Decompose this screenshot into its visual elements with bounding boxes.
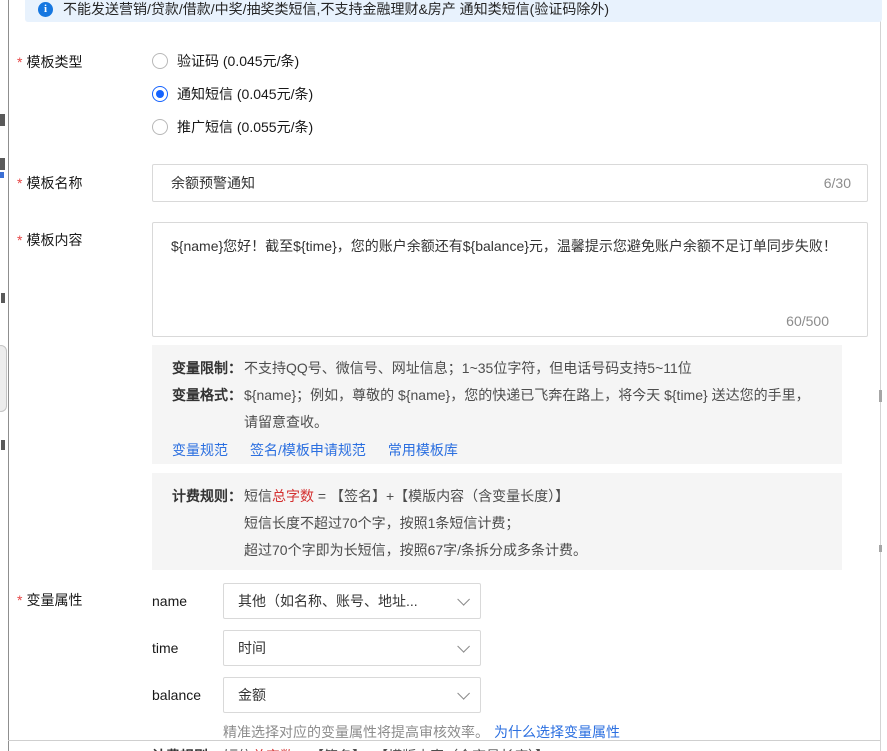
- radio-option-notification-sms[interactable]: 通知短信 (0.045元/条): [152, 83, 313, 105]
- radio-option-label: 验证码 (0.045元/条): [177, 51, 299, 71]
- field-label-text: 变量属性: [26, 592, 82, 608]
- tip-label-billing-rules: 计费规则：: [172, 483, 244, 510]
- chevron-down-icon: [457, 687, 470, 700]
- tip-text-variable-limit: 不支持QQ号、微信号、网址信息；1~35位字符，但电话号码支持5~11位: [244, 355, 822, 382]
- billing-rules-box: 计费规则： 短信总字数 = 【签名】+【模版内容（含变量长度）】 短信长度不超过…: [152, 473, 842, 570]
- chevron-down-icon: [457, 593, 470, 606]
- select-balance-attribute[interactable]: 金额: [223, 677, 481, 713]
- field-label-text: 模板类型: [26, 54, 82, 70]
- scrollbar-mark: [879, 545, 882, 552]
- variable-name-balance: balance: [152, 685, 201, 705]
- required-asterisk: *: [17, 175, 22, 191]
- field-label-variable-attrs: *变量属性: [17, 590, 82, 610]
- billing-text: = 【签名】+【模版内容（含变量长度）】: [314, 488, 569, 504]
- clipped-text-fragment: [0, 172, 4, 178]
- clipped-billing-rules-line: 计费规则： 短信总字数 = 【签名】+【模版内容（含变量长度）】: [152, 743, 549, 751]
- panel-left-border: [8, 0, 9, 751]
- link-why-variable-attrs[interactable]: 为什么选择变量属性: [494, 724, 620, 740]
- radio-icon[interactable]: [152, 119, 168, 135]
- radio-option-label: 通知短信 (0.045元/条): [177, 84, 313, 104]
- select-value: 金额: [238, 685, 266, 705]
- template-name-value: 余额预警通知: [171, 173, 255, 193]
- variable-name-name: name: [152, 591, 187, 611]
- chevron-down-icon: [457, 640, 470, 653]
- sms-template-form-page: i 不能发送营销/贷款/借款/中奖/抽奖类短信,不支持金融理财&房产 通知类短信…: [0, 0, 887, 751]
- billing-total-chars-highlight: 总字数: [272, 488, 314, 504]
- select-name-attribute[interactable]: 其他（如名称、账号、地址...: [223, 583, 481, 619]
- variable-tips-box: 变量限制： 不支持QQ号、微信号、网址信息；1~35位字符，但电话号码支持5~1…: [152, 345, 842, 464]
- link-common-template-library[interactable]: 常用模板库: [388, 437, 458, 464]
- billing-rule-line3: 超过70个字即为长短信，按照67字/条拆分成多条计费。: [244, 537, 822, 564]
- select-value: 其他（如名称、账号、地址...: [238, 591, 418, 611]
- link-signature-template-spec[interactable]: 签名/模板申请规范: [250, 437, 366, 464]
- field-label-text: 模板内容: [26, 232, 82, 248]
- radio-option-promotional-sms[interactable]: 推广短信 (0.055元/条): [152, 116, 313, 138]
- panel-right-border: [880, 0, 881, 751]
- required-asterisk: *: [17, 232, 22, 248]
- hint-text: 精准选择对应的变量属性将提高审核效率。: [223, 724, 489, 740]
- char-counter: 60/500: [786, 313, 829, 329]
- clipped-text-fragment: [0, 114, 5, 126]
- field-label-template-type: *模板类型: [17, 52, 82, 72]
- required-asterisk: *: [17, 54, 22, 70]
- link-variable-spec[interactable]: 变量规范: [172, 437, 228, 464]
- collapsed-panel-handle[interactable]: [0, 345, 7, 412]
- template-content-textarea[interactable]: ${name}您好！截至${time}，您的账户余额还有${balance}元，…: [152, 222, 868, 337]
- field-label-text: 模板名称: [26, 175, 82, 191]
- notice-banner: i 不能发送营销/贷款/借款/中奖/抽奖类短信,不支持金融理财&房产 通知类短信…: [25, 0, 882, 22]
- tip-label-billing-rules: 计费规则：: [152, 743, 224, 751]
- billing-text: 短信: [244, 488, 272, 504]
- bottom-divider: [8, 740, 880, 741]
- billing-rule-line1: 短信总字数 = 【签名】+【模版内容（含变量长度）】: [224, 743, 549, 751]
- template-name-input[interactable]: 余额预警通知 6/30: [152, 164, 868, 202]
- clipped-text-fragment: [0, 158, 5, 170]
- radio-option-label: 推广短信 (0.055元/条): [177, 117, 313, 137]
- field-label-template-name: *模板名称: [17, 173, 82, 193]
- template-content-value: ${name}您好！截至${time}，您的账户余额还有${balance}元，…: [171, 234, 851, 258]
- char-counter: 6/30: [824, 175, 851, 191]
- scrollbar-mark: [879, 390, 882, 402]
- select-time-attribute[interactable]: 时间: [223, 630, 481, 666]
- info-icon: i: [38, 2, 53, 17]
- tip-label-variable-limit: 变量限制：: [172, 355, 244, 382]
- clipped-text-fragment: [1, 293, 5, 303]
- billing-rule-line2: 短信长度不超过70个字，按照1条短信计费；: [244, 510, 822, 537]
- radio-option-verification-code[interactable]: 验证码 (0.045元/条): [152, 50, 299, 72]
- variable-name-time: time: [152, 638, 178, 658]
- billing-rule-line1: 短信总字数 = 【签名】+【模版内容（含变量长度）】: [244, 483, 822, 510]
- tip-label-variable-format: 变量格式：: [172, 382, 244, 436]
- field-label-template-content: *模板内容: [17, 230, 82, 250]
- notice-banner-text: 不能发送营销/贷款/借款/中奖/抽奖类短信,不支持金融理财&房产 通知类短信(验…: [63, 0, 609, 19]
- select-value: 时间: [238, 638, 266, 658]
- required-asterisk: *: [17, 592, 22, 608]
- tip-text-variable-format: ${name}；例如，尊敬的 ${name}，您的快递已飞奔在路上，将今天 ${…: [244, 382, 822, 436]
- clipped-text-fragment: [1, 440, 5, 450]
- variable-attrs-hint: 精准选择对应的变量属性将提高审核效率。为什么选择变量属性: [223, 722, 620, 742]
- radio-icon[interactable]: [152, 53, 168, 69]
- radio-selected-icon[interactable]: [152, 86, 168, 102]
